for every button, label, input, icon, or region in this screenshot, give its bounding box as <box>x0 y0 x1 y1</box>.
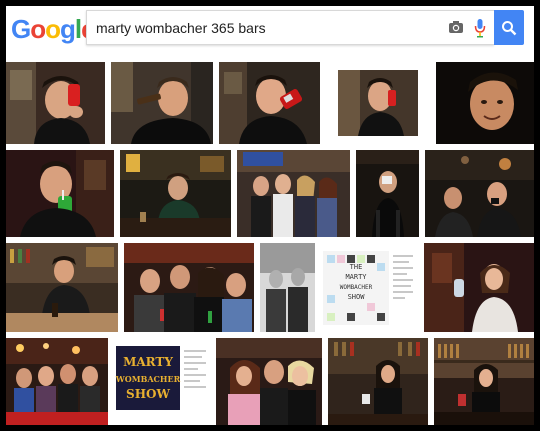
camera-icon[interactable] <box>448 20 464 34</box>
poster-line-4: SHOW <box>348 293 366 301</box>
poster-line-3: WOMBACHER <box>340 284 373 291</box>
result-woman-holding-drink[interactable] <box>424 243 534 332</box>
result-bartender-woman-2[interactable] <box>434 338 534 425</box>
result-man-drinking-straw[interactable] <box>6 150 114 237</box>
result-man-drinking-soda-can-1[interactable] <box>6 62 105 144</box>
logo-line-2: WOMBACHER <box>115 374 181 384</box>
logo-line-3: SHOW <box>126 387 170 401</box>
result-marty-wombacher-show-poster[interactable]: THE MARTY WOMBACHER SHOW <box>321 243 418 332</box>
result-man-closeup-dark[interactable] <box>436 62 534 144</box>
logo-line-1: MARTY <box>123 355 173 369</box>
logo-letter: o <box>30 14 46 44</box>
result-bartender-woman-1[interactable] <box>328 338 428 425</box>
search-query[interactable]: marty wombacher 365 bars <box>96 20 266 36</box>
google-logo[interactable]: Google <box>11 14 96 45</box>
screen-frame: Google marty wombacher 365 bars <box>0 0 540 431</box>
result-man-at-bar-counter[interactable] <box>120 150 231 237</box>
result-man-behind-bar[interactable] <box>6 243 118 332</box>
result-men-at-dark-bar[interactable] <box>425 150 534 237</box>
result-group-outdoor-lights[interactable] <box>6 338 108 425</box>
result-group-with-women[interactable] <box>237 150 350 237</box>
result-group-selfie[interactable] <box>124 243 254 332</box>
result-man-holding-soda-can[interactable] <box>326 62 430 144</box>
result-black-white-photo[interactable] <box>260 243 315 332</box>
logo-letter: g <box>60 14 76 44</box>
result-man-drinking-beer-bottle[interactable] <box>111 62 213 144</box>
search-button[interactable] <box>494 10 524 45</box>
result-marty-wombacher-show-logo[interactable]: MARTY WOMBACHER SHOW <box>114 338 210 425</box>
logo-letter: o <box>45 14 61 44</box>
search-results-page: Google marty wombacher 365 bars <box>6 6 534 425</box>
poster-line-2: MARTY <box>345 273 367 281</box>
poster-line-1: THE <box>350 263 363 271</box>
result-man-drinking-soda-can-2[interactable] <box>219 62 320 144</box>
magnifier-icon <box>502 21 517 36</box>
result-three-people-smiling[interactable] <box>216 338 322 425</box>
microphone-icon[interactable] <box>474 18 486 38</box>
logo-letter: G <box>11 14 31 44</box>
result-man-drinking-dark-bar[interactable] <box>356 150 419 237</box>
search-box[interactable]: marty wombacher 365 bars <box>86 10 494 45</box>
